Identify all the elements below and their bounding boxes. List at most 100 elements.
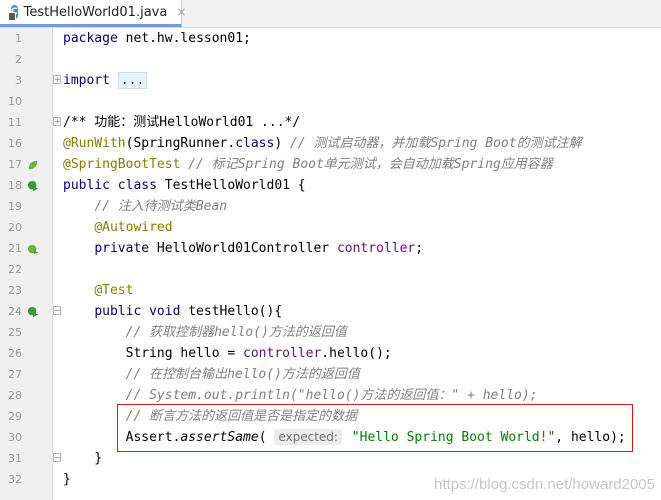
line-number: 26 [8, 347, 22, 360]
code-text[interactable]: /** 功能：测试HelloWorld01 ...*/ [63, 112, 300, 133]
code-token: ) [274, 136, 290, 151]
folded-doc-comment: /** 功能：测试HelloWorld01 ...*/ [63, 115, 301, 130]
code-text[interactable]: } [63, 448, 102, 469]
code-token: testHello(){ [180, 304, 283, 319]
field: controller [243, 346, 322, 361]
fold-expand-icon[interactable]: + [53, 117, 61, 126]
fold-expand-icon[interactable]: + [53, 75, 61, 84]
code-text[interactable]: public class TestHelloWorld01 { [63, 175, 306, 196]
code-text[interactable]: import ... [63, 70, 148, 91]
code-text[interactable]: // 在控制台输出hello()方法的返回值 [63, 364, 360, 385]
line-number: 21 [8, 242, 22, 255]
line-number: 10 [8, 95, 22, 108]
code-text[interactable]: @Autowired [63, 217, 173, 238]
code-token: String hello = [63, 346, 244, 361]
line-number: 28 [8, 389, 22, 402]
code-line[interactable]: 22 [0, 259, 661, 280]
code-text[interactable]: package net.hw.lesson01; [63, 28, 251, 49]
line-number: 32 [8, 473, 22, 486]
code-text[interactable]: } [63, 469, 71, 490]
code-line[interactable]: 24 − public void testHello(){ [0, 301, 661, 322]
run-test-icon[interactable] [27, 180, 39, 192]
code-line[interactable]: 23 @Test [0, 280, 661, 301]
folded-imports[interactable]: ... [117, 72, 148, 89]
comment: // 在控制台输出hello()方法的返回值 [125, 367, 360, 382]
code-line[interactable]: 21 private HelloWorld01Controller contro… [0, 238, 661, 259]
code-line[interactable]: 2 [0, 49, 661, 70]
line-number: 1 [15, 32, 22, 45]
code-line[interactable]: 28 // System.out.println("hello()方法的返回值：… [0, 385, 661, 406]
keyword: import [63, 73, 110, 88]
line-number: 29 [8, 410, 22, 423]
line-number: 30 [8, 431, 22, 444]
code-text[interactable]: // 获取控制器hello()方法的返回值 [63, 322, 347, 343]
line-number: 2 [15, 53, 22, 66]
code-line[interactable]: 11 +/** 功能：测试HelloWorld01 ...*/ [0, 112, 661, 133]
code-token: .hello(); [321, 346, 392, 361]
code-text[interactable]: // System.out.println("hello()方法的返回值：" +… [63, 385, 538, 406]
code-line[interactable]: 18 public class TestHelloWorld01 { [0, 175, 661, 196]
tab-testhelloworld01[interactable]: C TestHelloWorld01.java × [0, 0, 186, 27]
field: controller [336, 241, 416, 256]
code-text[interactable]: // 注入待测试类Bean [63, 196, 227, 217]
code-line[interactable]: 27 // 在控制台输出hello()方法的返回值 [0, 364, 661, 385]
line-number: 27 [8, 368, 22, 381]
line-number: 16 [8, 137, 22, 150]
code-token: (SpringRunner. [125, 136, 236, 151]
code-line[interactable]: 25 // 获取控制器hello()方法的返回值 [0, 322, 661, 343]
watermark: https://blog.csdn.net/howard2005 [434, 476, 655, 493]
line-number: 25 [8, 326, 22, 339]
code-line[interactable]: 3 + import ... [0, 70, 661, 91]
code-text[interactable]: @Test [63, 280, 133, 301]
highlight-box [117, 404, 633, 452]
code-line[interactable]: 20 @Autowired [0, 217, 661, 238]
keyword: private [94, 241, 150, 256]
annotation: @Test [94, 283, 134, 298]
line-number: 3 [15, 74, 22, 87]
line-number: 19 [8, 200, 22, 213]
code-text[interactable]: String hello = controller.hello(); [63, 343, 392, 364]
code-token: net.hw.lesson01; [117, 31, 251, 46]
fold-collapse-icon[interactable]: − [53, 306, 61, 315]
code-line[interactable]: 1 package net.hw.lesson01; [0, 28, 661, 49]
keyword: package [63, 31, 118, 46]
spring-leaf-icon [28, 160, 38, 170]
code-text[interactable]: private HelloWorld01Controller controlle… [63, 238, 423, 259]
comment: // 测试启动器，并加载Spring Boot的测试注解 [290, 136, 582, 151]
fold-collapse-icon[interactable]: − [53, 453, 61, 462]
keyword: public void [94, 304, 181, 319]
code-line[interactable]: 19 // 注入待测试类Bean [0, 196, 661, 217]
comment: // 获取控制器hello()方法的返回值 [125, 325, 347, 340]
keyword: public class [63, 178, 157, 193]
line-number: 11 [8, 116, 22, 129]
comment: // 标记Spring Boot单元测试，会自动加载Spring应用容器 [188, 157, 553, 172]
code-line[interactable]: 16 @RunWith(SpringRunner.class) // 测试启动器，… [0, 133, 661, 154]
java-class-icon: C [8, 5, 18, 21]
annotation: @Autowired [94, 220, 173, 235]
code-text[interactable]: @SpringBootTest // 标记Spring Boot单元测试，会自动… [63, 154, 553, 175]
code-token: } [63, 472, 71, 487]
code-text[interactable]: @RunWith(SpringRunner.class) // 测试启动器，并加… [63, 133, 582, 154]
annotation: @SpringBootTest [63, 157, 181, 172]
tab-title: TestHelloWorld01.java [23, 4, 168, 20]
code-token: TestHelloWorld01 { [156, 178, 306, 193]
run-test-icon[interactable] [27, 306, 39, 318]
code-line[interactable]: 10 [0, 91, 661, 112]
code-line[interactable]: 17 @SpringBootTest // 标记Spring Boot单元测试，会… [0, 154, 661, 175]
editor-tab-bar: C TestHelloWorld01.java × [0, 0, 661, 28]
spring-bean-icon[interactable] [27, 243, 39, 255]
comment: // 注入待测试类Bean [94, 199, 228, 214]
close-icon[interactable]: × [176, 5, 186, 19]
line-number: 18 [8, 179, 22, 192]
code-line[interactable]: 26 String hello = controller.hello(); [0, 343, 661, 364]
code-text[interactable]: public void testHello(){ [63, 301, 282, 322]
